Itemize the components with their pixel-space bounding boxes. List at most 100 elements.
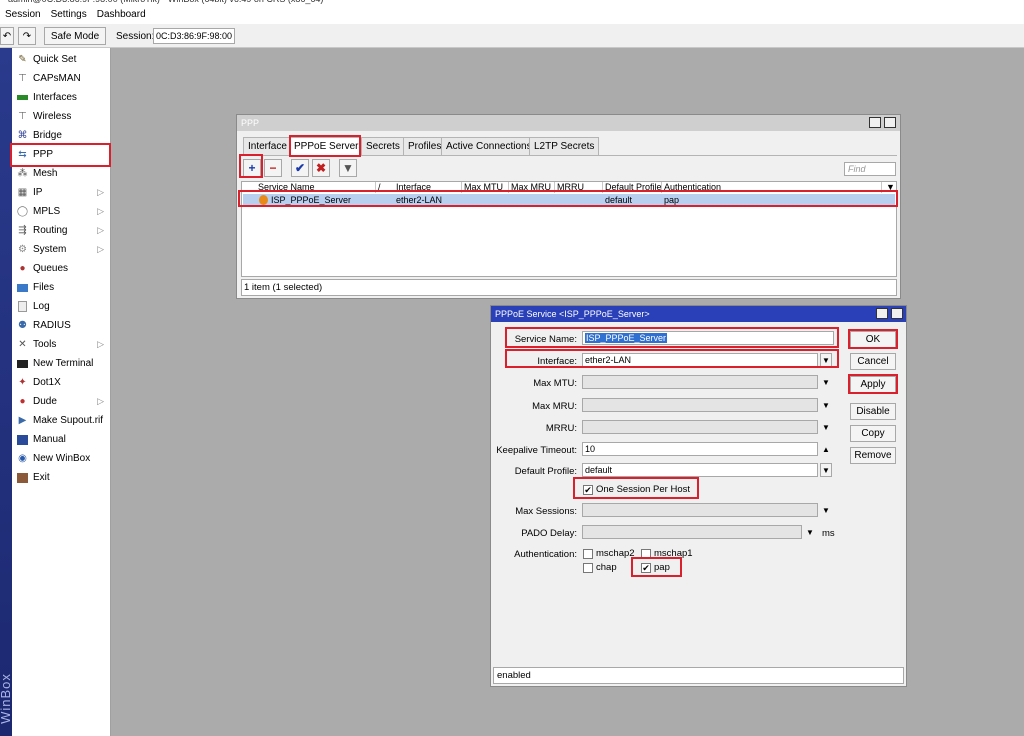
- supout-icon: ▶: [18, 415, 27, 426]
- tab-profiles[interactable]: Profiles: [403, 137, 447, 155]
- sidebar-item-quick-set[interactable]: ✎ Quick Set: [12, 50, 110, 69]
- max-mru-label: Max MRU:: [532, 401, 577, 412]
- copy-button[interactable]: Copy: [850, 425, 896, 442]
- submenu-arrow-icon: ▷: [97, 225, 104, 235]
- keepalive-field[interactable]: 10: [582, 442, 818, 456]
- pado-delay-field[interactable]: [582, 525, 802, 539]
- default-profile-dropdown-icon[interactable]: ▼: [820, 463, 832, 477]
- dialog-status-bar: enabled: [493, 667, 904, 684]
- sidebar-item-queues[interactable]: ● Queues: [12, 259, 110, 278]
- menu-session[interactable]: Session: [0, 6, 46, 24]
- sidebar-item-log[interactable]: Log: [12, 297, 110, 316]
- undo-button[interactable]: ↶: [0, 27, 14, 45]
- sidebar-item-routing[interactable]: ⇶ Routing ▷: [12, 221, 110, 240]
- tab-l2tp-secrets[interactable]: L2TP Secrets: [529, 137, 600, 155]
- session-field: 0C:D3:86:9F:98:00: [153, 28, 235, 44]
- dialog-maximize-icon[interactable]: [876, 308, 888, 319]
- default-profile-select[interactable]: default: [582, 463, 818, 477]
- sidebar-item-system[interactable]: ⚙ System ▷: [12, 240, 110, 259]
- sidebar-item-capsman[interactable]: ⊤ CAPsMAN: [12, 69, 110, 88]
- sidebar-item-new-terminal[interactable]: New Terminal: [12, 354, 110, 373]
- queues-icon: ●: [19, 263, 26, 274]
- dot1x-icon: ✦: [18, 377, 27, 388]
- safe-mode-button[interactable]: Safe Mode: [44, 27, 106, 45]
- sidebar-item-files[interactable]: Files: [12, 278, 110, 297]
- highlight-ppp: [10, 143, 111, 167]
- routing-icon: ⇶: [18, 225, 27, 236]
- menu-settings[interactable]: Settings: [46, 6, 92, 24]
- winbox-icon: ◉: [18, 453, 27, 464]
- keepalive-up-icon[interactable]: ▲: [820, 442, 832, 456]
- max-sessions-dropdown-icon[interactable]: ▼: [820, 503, 832, 517]
- sidebar-item-radius[interactable]: ⚉ RADIUS: [12, 316, 110, 335]
- submenu-arrow-icon: ▷: [97, 396, 104, 406]
- maximize-icon[interactable]: [869, 117, 881, 128]
- mesh-icon: ⁂: [17, 168, 28, 179]
- tab-interface[interactable]: Interface: [243, 137, 292, 155]
- sidebar-item-dot1x[interactable]: ✦ Dot1X: [12, 373, 110, 392]
- submenu-arrow-icon: ▷: [97, 206, 104, 216]
- cancel-button[interactable]: Cancel: [850, 353, 896, 370]
- brand-text: WinBox: [0, 673, 13, 724]
- toolbar: ↶ ↷ Safe Mode Session: 0C:D3:86:9F:98:00: [0, 24, 1024, 48]
- dialog-close-icon[interactable]: [891, 308, 903, 319]
- sidebar-item-ip[interactable]: ▦ IP ▷: [12, 183, 110, 202]
- redo-icon: ↷: [22, 30, 32, 42]
- mschap2-checkbox[interactable]: [583, 549, 593, 559]
- disable-button[interactable]: ✖: [312, 159, 330, 177]
- max-sessions-label: Max Sessions:: [515, 506, 577, 517]
- wand-icon: ✎: [18, 54, 27, 65]
- mrru-label: MRRU:: [545, 423, 577, 434]
- authentication-label: Authentication:: [514, 549, 577, 560]
- ppp-status-bar: 1 item (1 selected): [241, 279, 897, 296]
- sidebar-item-new-winbox[interactable]: ◉ New WinBox: [12, 449, 110, 468]
- tab-secrets[interactable]: Secrets: [361, 137, 405, 155]
- menu-dashboard[interactable]: Dashboard: [92, 6, 151, 24]
- sidebar-item-dude[interactable]: ● Dude ▷: [12, 392, 110, 411]
- tab-active-connections[interactable]: Active Connections: [441, 137, 537, 155]
- sidebar-item-make-supout[interactable]: ▶ Make Supout.rif: [12, 411, 110, 430]
- max-mru-dropdown-icon[interactable]: ▼: [820, 398, 832, 412]
- chap-checkbox[interactable]: [583, 563, 593, 573]
- enable-button[interactable]: ✔: [291, 159, 309, 177]
- sidebar-item-mpls[interactable]: ◯ MPLS ▷: [12, 202, 110, 221]
- max-mtu-dropdown-icon[interactable]: ▼: [820, 375, 832, 389]
- pado-delay-dropdown-icon[interactable]: ▼: [804, 525, 816, 539]
- dialog-title: PPPoE Service <ISP_PPPoE_Server>: [491, 306, 906, 322]
- max-mru-field[interactable]: [582, 398, 818, 412]
- max-sessions-field[interactable]: [582, 503, 818, 517]
- filter-button[interactable]: ▼: [339, 159, 357, 177]
- sidebar-item-manual[interactable]: Manual: [12, 430, 110, 449]
- minus-icon: −: [269, 161, 277, 175]
- find-input[interactable]: Find: [844, 162, 896, 176]
- remove-button[interactable]: −: [264, 159, 282, 177]
- sidebar-item-wireless[interactable]: ⊤ Wireless: [12, 107, 110, 126]
- max-mtu-label: Max MTU:: [533, 378, 577, 389]
- remove-button-dialog[interactable]: Remove: [850, 447, 896, 464]
- mrru-field[interactable]: [582, 420, 818, 434]
- submenu-arrow-icon: ▷: [97, 187, 104, 197]
- disable-button-dialog[interactable]: Disable: [850, 403, 896, 420]
- default-profile-label: Default Profile:: [514, 466, 577, 477]
- redo-button[interactable]: ↷: [18, 27, 36, 45]
- cross-icon: ✖: [315, 161, 327, 175]
- sidebar-item-tools[interactable]: ✕ Tools ▷: [12, 335, 110, 354]
- tools-icon: ✕: [18, 339, 27, 350]
- filter-icon: ▼: [342, 161, 354, 175]
- sidebar-item-exit[interactable]: Exit: [12, 468, 110, 487]
- radius-icon: ⚉: [18, 320, 27, 331]
- mpls-icon: ◯: [16, 206, 29, 217]
- highlight-server-row: [238, 190, 898, 207]
- sidebar-item-interfaces[interactable]: Interfaces: [12, 88, 110, 107]
- max-mtu-field[interactable]: [582, 375, 818, 389]
- close-icon[interactable]: [884, 117, 896, 128]
- mrru-dropdown-icon[interactable]: ▼: [820, 420, 832, 434]
- dude-icon: ●: [19, 396, 26, 407]
- highlight-pap: [631, 557, 682, 577]
- undo-icon: ↶: [2, 30, 12, 42]
- mschap2-label: mschap2: [596, 548, 635, 559]
- ip-icon: ▦: [17, 187, 28, 198]
- menubar: Session Settings Dashboard: [0, 6, 1024, 24]
- highlight-interface: [505, 349, 839, 368]
- ppp-window-title: PPP: [237, 115, 900, 131]
